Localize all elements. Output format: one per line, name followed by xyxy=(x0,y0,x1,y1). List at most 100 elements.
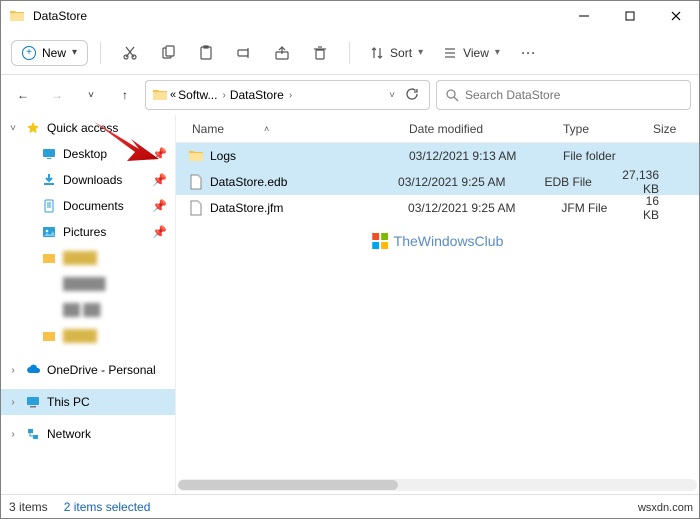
title-bar: DataStore xyxy=(1,1,699,31)
sidebar-network[interactable]: › Network xyxy=(1,421,175,447)
file-date: 03/12/2021 9:25 AM xyxy=(390,175,536,189)
chevron-down-icon: ▾ xyxy=(72,47,77,58)
pin-icon: 📌 xyxy=(152,225,175,239)
rename-button[interactable] xyxy=(227,38,261,68)
copy-button[interactable] xyxy=(151,38,185,68)
status-item-count: 3 items xyxy=(9,500,48,514)
watermark: TheWindowsClub xyxy=(372,233,504,249)
search-input[interactable] xyxy=(465,88,682,102)
sidebar-item-hidden[interactable]: █████ xyxy=(17,271,175,297)
horizontal-scrollbar[interactable] xyxy=(176,478,699,492)
list-item[interactable]: Logs 03/12/2021 9:13 AM File folder xyxy=(176,143,699,169)
sort-label: Sort xyxy=(390,46,412,60)
file-type: JFM File xyxy=(553,201,643,215)
chevron-down-icon[interactable]: ˅ xyxy=(7,123,19,134)
pin-icon: 📌 xyxy=(152,199,175,213)
sort-button[interactable]: Sort ▾ xyxy=(362,41,431,65)
back-button[interactable]: ← xyxy=(9,81,37,109)
search-box[interactable] xyxy=(436,80,691,110)
column-name[interactable]: Name˄ xyxy=(176,115,401,142)
status-selected: 2 items selected xyxy=(64,500,151,514)
pin-icon: 📌 xyxy=(152,147,175,161)
paste-button[interactable] xyxy=(189,38,223,68)
file-type: File folder xyxy=(555,149,645,163)
pin-icon: 📌 xyxy=(152,173,175,187)
file-size: 16 KB xyxy=(643,194,699,222)
breadcrumb-root[interactable]: « xyxy=(170,89,176,101)
sidebar-item-hidden[interactable]: ██ ██ xyxy=(17,297,175,323)
separator xyxy=(349,42,350,64)
sidebar-onedrive[interactable]: › OneDrive - Personal xyxy=(1,357,175,383)
sidebar-item-pictures[interactable]: Pictures 📌 xyxy=(17,219,175,245)
close-button[interactable] xyxy=(653,1,699,31)
attribution: wsxdn.com xyxy=(638,502,693,514)
status-bar: 3 items 2 items selected wsxdn.com xyxy=(1,494,699,518)
pictures-icon xyxy=(41,224,57,240)
folder-icon xyxy=(41,328,57,344)
new-button[interactable]: + New ▾ xyxy=(11,40,88,66)
address-history-button[interactable]: ˅ xyxy=(385,90,399,101)
nav-pane: ˅ Quick access Desktop 📌 Downloads 📌 xyxy=(1,115,176,494)
maximize-button[interactable] xyxy=(607,1,653,31)
desktop-icon xyxy=(41,146,57,162)
recent-button[interactable]: ˅ xyxy=(77,81,105,109)
file-name: DataStore.jfm xyxy=(210,201,283,215)
refresh-button[interactable] xyxy=(401,87,423,104)
view-label: View xyxy=(463,46,489,60)
sidebar-quick-access[interactable]: ˅ Quick access xyxy=(1,115,175,141)
file-date: 03/12/2021 9:13 AM xyxy=(401,149,555,163)
address-bar[interactable]: « Softw...› DataStore› ˅ xyxy=(145,80,430,110)
minimize-button[interactable] xyxy=(561,1,607,31)
cloud-icon xyxy=(25,362,41,378)
file-name: Logs xyxy=(210,149,236,163)
file-size: 27,136 KB xyxy=(622,168,699,196)
sidebar-item-desktop[interactable]: Desktop 📌 xyxy=(17,141,175,167)
window-title: DataStore xyxy=(33,9,561,23)
chevron-right-icon: › xyxy=(220,90,227,101)
sort-asc-icon: ˄ xyxy=(264,124,269,134)
sidebar-item-hidden[interactable]: ████ xyxy=(17,245,175,271)
sidebar-item-downloads[interactable]: Downloads 📌 xyxy=(17,167,175,193)
chevron-right-icon[interactable]: › xyxy=(7,397,19,408)
address-row: ← → ˅ ↑ « Softw...› DataStore› ˅ xyxy=(1,75,699,115)
explorer-window: DataStore + New ▾ xyxy=(0,0,700,519)
breadcrumb-seg[interactable]: DataStore› xyxy=(230,88,294,102)
more-button[interactable]: ··· xyxy=(512,38,546,68)
chevron-right-icon[interactable]: › xyxy=(7,429,19,440)
list-item[interactable]: DataStore.edb 03/12/2021 9:25 AM EDB Fil… xyxy=(176,169,699,195)
file-icon xyxy=(188,174,204,190)
file-date: 03/12/2021 9:25 AM xyxy=(400,201,553,215)
list-item[interactable]: DataStore.jfm 03/12/2021 9:25 AM JFM Fil… xyxy=(176,195,699,221)
folder-icon xyxy=(152,87,168,103)
window-controls xyxy=(561,1,699,31)
column-headers: Name˄ Date modified Type Size xyxy=(176,115,699,143)
column-date[interactable]: Date modified xyxy=(401,115,555,142)
scrollbar-thumb[interactable] xyxy=(178,480,398,490)
file-type: EDB File xyxy=(537,175,623,189)
sidebar-item-hidden[interactable]: ████ xyxy=(17,323,175,349)
chevron-right-icon: › xyxy=(287,90,294,101)
column-type[interactable]: Type xyxy=(555,115,645,142)
chevron-down-icon: ▾ xyxy=(495,47,500,58)
column-size[interactable]: Size xyxy=(645,115,699,142)
sidebar-this-pc[interactable]: › This PC xyxy=(1,389,175,415)
new-label: New xyxy=(42,46,66,60)
file-view: Name˄ Date modified Type Size Logs 03/12… xyxy=(176,115,699,494)
folder-icon xyxy=(9,8,25,24)
folder-icon xyxy=(188,148,204,164)
up-button[interactable]: ↑ xyxy=(111,81,139,109)
plus-icon: + xyxy=(22,46,36,60)
chevron-down-icon: ▾ xyxy=(418,47,423,58)
chevron-right-icon[interactable]: › xyxy=(7,365,19,376)
delete-button[interactable] xyxy=(303,38,337,68)
forward-button[interactable]: → xyxy=(43,81,71,109)
breadcrumb-seg[interactable]: Softw...› xyxy=(178,88,228,102)
folder-icon xyxy=(41,250,57,266)
toolbar: + New ▾ Sort ▾ View xyxy=(1,31,699,75)
share-button[interactable] xyxy=(265,38,299,68)
body: ˅ Quick access Desktop 📌 Downloads 📌 xyxy=(1,115,699,494)
sidebar-item-documents[interactable]: Documents 📌 xyxy=(17,193,175,219)
file-name: DataStore.edb xyxy=(210,175,287,189)
cut-button[interactable] xyxy=(113,38,147,68)
view-button[interactable]: View ▾ xyxy=(435,41,508,65)
